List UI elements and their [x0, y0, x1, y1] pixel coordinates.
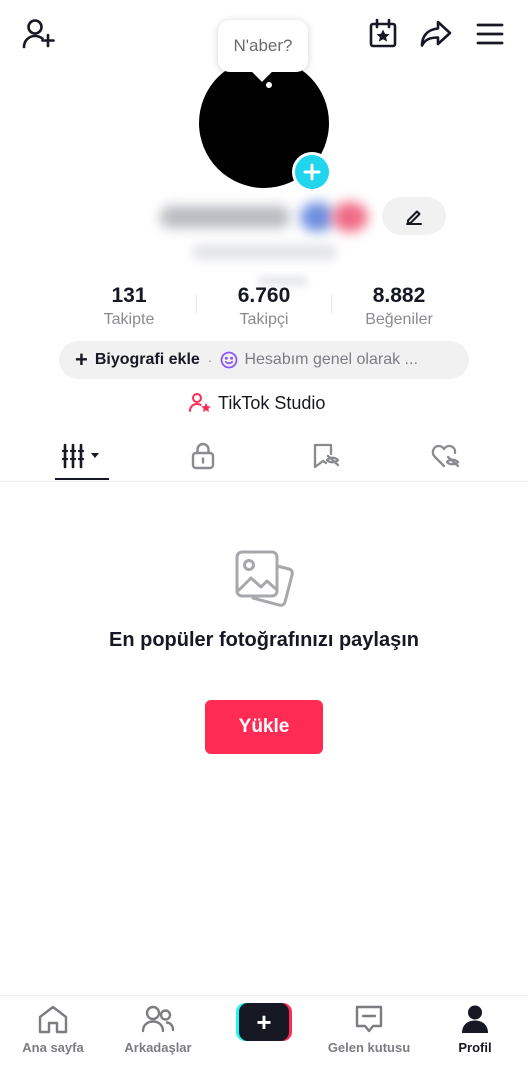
calendar-button[interactable]: [364, 16, 402, 52]
nav-profile-label: Profil: [458, 1040, 492, 1055]
create-button[interactable]: +: [236, 1003, 292, 1041]
nav-home[interactable]: Ana sayfa: [0, 1004, 106, 1064]
tab-liked[interactable]: [380, 430, 512, 482]
create-plus-icon: +: [239, 1003, 289, 1041]
stat-following-label: Takipte: [103, 311, 155, 328]
nav-inbox-label: Gelen kutusu: [327, 1040, 411, 1055]
calendar-star-icon: [369, 18, 397, 48]
nav-friends[interactable]: Arkadaşlar: [105, 1004, 211, 1064]
nav-profile[interactable]: Profil: [422, 1004, 528, 1064]
stat-likes-label: Beğeniler: [365, 311, 433, 328]
grid-sort-icon: [62, 443, 99, 469]
profile-tabs: [0, 430, 528, 482]
hamburger-menu-icon: [476, 23, 504, 45]
add-friend-button[interactable]: [20, 16, 56, 52]
plus-icon: +: [75, 347, 88, 372]
separator-dot: ·: [207, 352, 213, 368]
upload-button[interactable]: Yükle: [205, 700, 323, 754]
tab-videos[interactable]: [16, 430, 148, 482]
tab-saved[interactable]: [260, 430, 392, 482]
stat-followers-label: Takipçi: [239, 311, 289, 328]
stat-likes[interactable]: 8.882 Beğeniler: [332, 283, 466, 331]
add-bio-label: Biyografi ekle: [94, 351, 200, 368]
stat-likes-value: 8.882: [372, 284, 426, 307]
profile-stats: 131 Takipte 6.760 Takipçi 8.882 Beğenile…: [62, 283, 466, 333]
pencil-icon: [406, 210, 422, 225]
tiktok-studio-link[interactable]: TikTok Studio: [188, 390, 325, 416]
profile-icon: [462, 1005, 488, 1033]
handle-blurred: [192, 244, 338, 260]
inbox-icon: [355, 1005, 383, 1033]
stat-following[interactable]: 131 Takipte: [62, 283, 196, 331]
nav-inbox[interactable]: Gelen kutusu: [316, 1004, 422, 1064]
bio-pill[interactable]: + Biyografi ekle · Hesabım genel olarak …: [59, 341, 469, 379]
stat-following-value: 131: [111, 284, 147, 307]
bookmark-hidden-icon: [313, 443, 340, 469]
edit-profile-button[interactable]: [382, 197, 446, 235]
bio-hint-text: Hesabım genel olarak ...: [244, 351, 418, 368]
username-blurred: [152, 196, 372, 240]
share-arrow-icon: [420, 20, 452, 47]
stat-followers[interactable]: 6.760 Takipçi: [197, 283, 331, 331]
empty-state-title: En popüler fotoğrafınızı paylaşın: [108, 629, 420, 651]
smile-icon: [220, 351, 238, 369]
heart-hidden-icon: [431, 444, 460, 468]
friends-icon: [141, 1005, 175, 1033]
status-bubble-text: N'aber?: [233, 36, 293, 55]
share-button[interactable]: [417, 16, 455, 52]
lock-icon: [191, 442, 215, 470]
studio-label: TikTok Studio: [218, 392, 326, 413]
menu-button[interactable]: [472, 16, 508, 52]
person-add-icon: [22, 19, 55, 49]
status-bubble[interactable]: N'aber?: [218, 20, 308, 72]
tab-private[interactable]: [137, 430, 269, 482]
home-icon: [38, 1005, 68, 1034]
studio-person-star-icon: [189, 393, 211, 412]
add-avatar-button[interactable]: [292, 152, 332, 192]
nav-home-label: Ana sayfa: [22, 1040, 84, 1055]
nav-friends-label: Arkadaşlar: [124, 1040, 192, 1055]
active-tab-indicator: [55, 478, 109, 480]
photo-stack-icon: [233, 548, 295, 617]
stat-followers-value: 6.760: [237, 284, 291, 307]
plus-icon: [303, 163, 321, 181]
bubble-pointer-dot: [266, 82, 272, 88]
